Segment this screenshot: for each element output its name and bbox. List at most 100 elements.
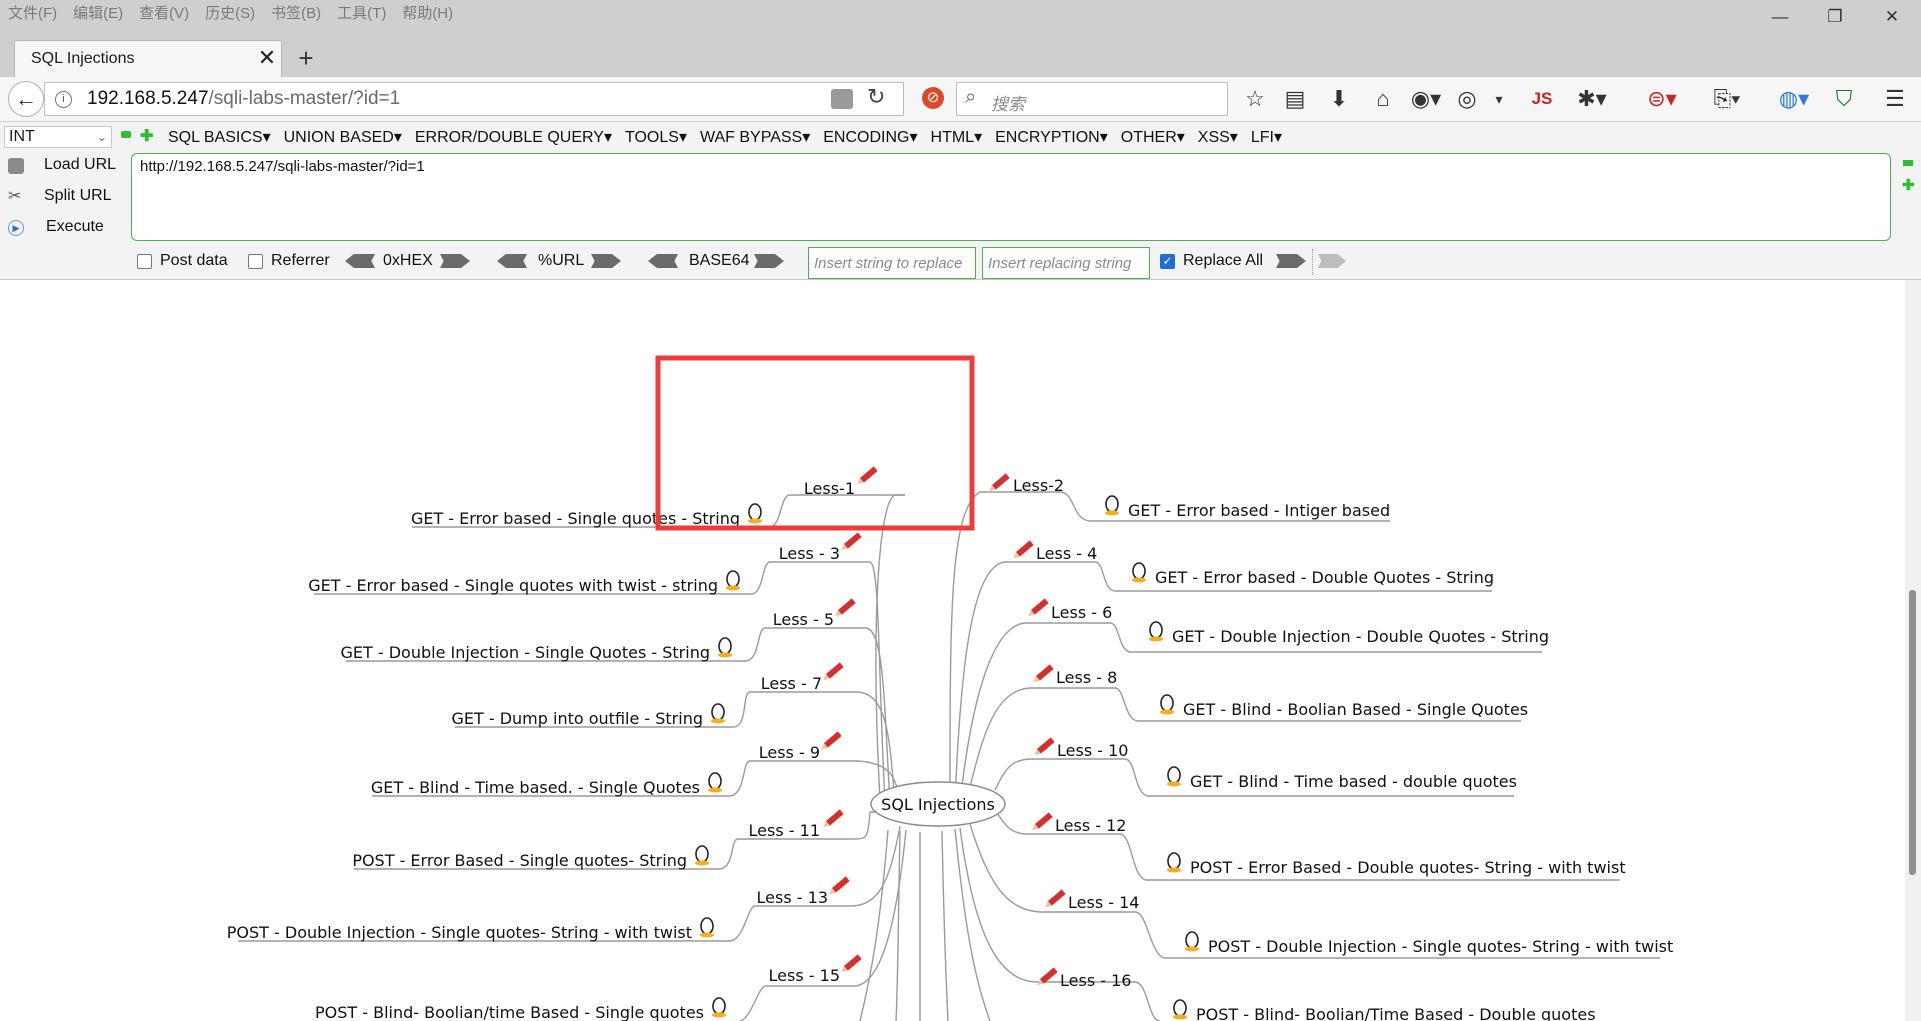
menu-edit[interactable]: 编辑(E) [73, 2, 123, 23]
center-node[interactable]: SQL Injections [870, 781, 1006, 827]
dropdown-icon[interactable]: ▾ [1490, 84, 1508, 114]
reload-icon[interactable]: ↻ [867, 84, 885, 110]
hackbar-menu: SQL BASICS▾ UNION BASED▾ ERROR/DOUBLE QU… [168, 127, 1282, 147]
menu-file[interactable]: 文件(F) [8, 2, 57, 23]
info-icon[interactable]: i [55, 91, 72, 108]
referrer-checkbox[interactable] [248, 254, 263, 269]
less-label[interactable]: Less-2 [1013, 476, 1064, 495]
less-label[interactable]: Less - 15 [769, 966, 840, 985]
menu-view[interactable]: 查看(V) [139, 2, 189, 23]
screenshot-icon[interactable]: ⎘▾ [1700, 84, 1754, 114]
adblock-icon[interactable]: ⊘ [922, 87, 944, 109]
left-branches: Less-1 GET - Error based - Single quotes… [227, 479, 855, 1021]
js-switch-icon[interactable]: JS [1526, 84, 1558, 114]
menu-history[interactable]: 历史(S) [205, 2, 255, 23]
load-url-button[interactable]: Load URL [8, 156, 118, 178]
less-label[interactable]: Less - 8 [1056, 668, 1117, 687]
execute-button[interactable]: ▶ Execute [8, 218, 118, 240]
lesson-title[interactable]: GET - Error based - Double Quotes - Stri… [1155, 568, 1494, 587]
less-label[interactable]: Less - 12 [1055, 816, 1126, 835]
proxy-icon[interactable]: ◍▾ [1772, 84, 1816, 114]
menu-tools[interactable]: 工具(T) [337, 2, 386, 23]
back-button[interactable]: ← [8, 81, 44, 117]
menu-lfi[interactable]: LFI▾ [1251, 127, 1282, 147]
lesson-title[interactable]: GET - Error based - Single quotes with t… [308, 576, 718, 595]
less-label[interactable]: Less - 3 [779, 544, 840, 563]
less-label[interactable]: Less - 10 [1057, 741, 1128, 760]
grow-icon[interactable]: ✚ [1902, 176, 1915, 194]
post-data-checkbox[interactable] [137, 254, 152, 269]
lesson-title[interactable]: GET - Blind - Boolian Based - Single Quo… [1183, 700, 1528, 719]
menu-html[interactable]: HTML▾ [931, 127, 983, 147]
restore-button[interactable]: ❐ [1820, 4, 1850, 30]
close-window-button[interactable]: ✕ [1877, 4, 1907, 30]
shield-icon[interactable]: ⛉ [1830, 84, 1858, 114]
hamburger-menu-icon[interactable]: ☰ [1880, 84, 1910, 114]
lesson-title[interactable]: GET - Blind - Time based - double quotes [1190, 772, 1517, 791]
expand-icon[interactable]: ✚ [140, 126, 153, 146]
home-icon[interactable]: ⌂ [1368, 84, 1398, 114]
lesson-title[interactable]: GET - Dump into outfile - String [451, 709, 703, 728]
menu-encoding[interactable]: ENCODING▾ [823, 127, 917, 147]
less-label[interactable]: Less - 5 [773, 610, 834, 629]
menu-bookmarks[interactable]: 书签(B) [271, 2, 321, 23]
pencil-icon [841, 532, 862, 551]
type-select[interactable]: INT ⌄ [4, 126, 112, 148]
menu-error-double-query[interactable]: ERROR/DOUBLE QUERY▾ [415, 127, 612, 147]
menu-tools-hackbar[interactable]: TOOLS▾ [625, 127, 687, 147]
lesson-title[interactable]: POST - Error Based - Double quotes- Stri… [1190, 858, 1626, 877]
lesson-title[interactable]: POST - Double Injection - Single quotes-… [227, 923, 692, 942]
scrollbar-thumb[interactable] [1909, 590, 1916, 875]
hackbar-toggle-icon[interactable]: ⊜▾ [1640, 84, 1684, 114]
less-label[interactable]: Less - 16 [1060, 971, 1131, 990]
lesson-title[interactable]: GET - Double Injection - Double Quotes -… [1172, 627, 1549, 646]
lesson-title[interactable]: POST - Blind- Boolian/Time Based - Doubl… [1196, 1005, 1596, 1021]
url-text[interactable]: 192.168.5.247/sqli-labs-master/?id=1 [87, 88, 400, 110]
menu-xss[interactable]: XSS▾ [1198, 127, 1238, 147]
lesson-title[interactable]: GET - Error based - Intiger based [1128, 501, 1390, 520]
shrink-icon[interactable] [1903, 160, 1913, 166]
split-url-button[interactable]: ✂ Split URL [8, 187, 118, 209]
play-icon: ▶ [8, 220, 24, 236]
replace-string-input[interactable]: Insert string to replace [808, 247, 976, 279]
menu-other[interactable]: OTHER▾ [1121, 127, 1185, 147]
replacing-string-input[interactable]: Insert replacing string [982, 247, 1150, 279]
less-label[interactable]: Less - 14 [1068, 893, 1139, 912]
less-label[interactable]: Less - 13 [757, 888, 828, 907]
reading-list-icon[interactable]: ▤ [1280, 84, 1310, 114]
tab-close-icon[interactable]: ✕ [255, 45, 279, 71]
tab-sql-injections[interactable]: SQL Injections ✕ [14, 40, 282, 77]
collapse-icon[interactable] [121, 131, 131, 138]
less-label[interactable]: Less-1 [804, 479, 855, 498]
menu-sql-basics[interactable]: SQL BASICS▾ [168, 127, 271, 147]
menu-union-based[interactable]: UNION BASED▾ [284, 127, 402, 147]
lesson-title[interactable]: POST - Blind- Boolian/time Based - Singl… [315, 1003, 704, 1021]
less-label[interactable]: Less - 4 [1036, 544, 1097, 563]
replace-all-checkbox[interactable]: ✓ [1160, 254, 1175, 269]
firebug-icon[interactable]: ✱▾ [1570, 84, 1614, 114]
lesson-title[interactable]: GET - Error based - Single quotes - Stri… [411, 509, 740, 528]
search-input[interactable]: 搜索 [991, 90, 1025, 115]
less-label[interactable]: Less - 11 [749, 821, 820, 840]
new-tab-button[interactable]: + [290, 44, 322, 74]
replacing-string-placeholder: Insert replacing string [988, 255, 1132, 272]
lesson-title[interactable]: GET - Blind - Time based. - Single Quote… [371, 778, 700, 797]
url-textarea[interactable]: http://192.168.5.247/sqli-labs-master/?i… [131, 153, 1891, 241]
addon-globe-icon[interactable]: ◉▾ [1406, 84, 1446, 114]
bookmark-star-icon[interactable]: ☆ [1240, 84, 1270, 114]
address-bar[interactable]: i 192.168.5.247/sqli-labs-master/?id=1 ↻ [44, 82, 904, 116]
reader-view-icon[interactable] [831, 89, 853, 109]
minimize-button[interactable]: — [1765, 4, 1795, 30]
menu-help[interactable]: 帮助(H) [402, 2, 453, 23]
download-icon[interactable]: ⬇ [1324, 84, 1354, 114]
menu-waf-bypass[interactable]: WAF BYPASS▾ [700, 127, 810, 147]
less-label[interactable]: Less - 9 [759, 743, 820, 762]
lesson-title[interactable]: POST - Double Injection - Single quotes-… [1208, 937, 1673, 956]
menu-encryption[interactable]: ENCRYPTION▾ [995, 127, 1108, 147]
lesson-title[interactable]: POST - Error Based - Single quotes- Stri… [352, 851, 687, 870]
lesson-title[interactable]: GET - Double Injection - Single Quotes -… [341, 643, 711, 662]
less-label[interactable]: Less - 6 [1051, 603, 1112, 622]
search-box[interactable]: ⌕ 搜索 [956, 82, 1228, 116]
less-label[interactable]: Less - 7 [761, 674, 822, 693]
palette-icon[interactable]: ◎ [1454, 84, 1480, 114]
